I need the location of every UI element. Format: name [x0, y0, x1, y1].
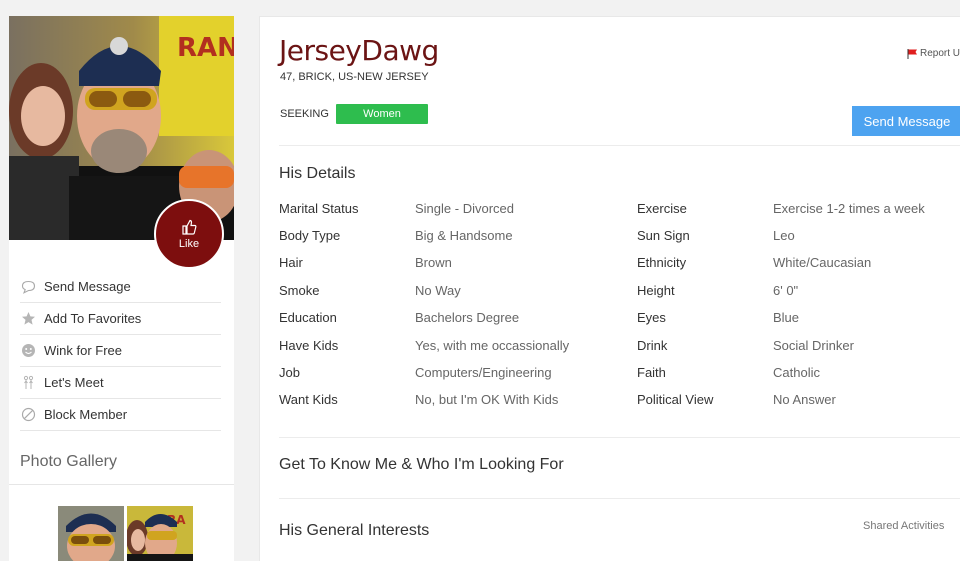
detail-value-exercise: Exercise 1-2 times a week	[773, 201, 925, 216]
general-interests-title: His General Interests	[279, 522, 430, 539]
divider	[279, 498, 960, 499]
wink-action[interactable]: Wink for Free	[20, 335, 221, 367]
gallery-thumbnail[interactable]	[58, 506, 124, 561]
gallery-thumbnail[interactable]: RA	[127, 506, 193, 561]
profile-actions: Send Message Add To Favorites Wink for F…	[20, 271, 221, 431]
profile-sidebar: RAN Like Send Message Add To Favorites W…	[9, 16, 234, 561]
block-member-action[interactable]: Block Member	[20, 399, 221, 431]
seeking-label: SEEKING	[280, 108, 329, 120]
star-icon	[20, 311, 36, 327]
detail-label-marital-status: Marital Status	[279, 201, 359, 216]
get-to-know-me-title: Get To Know Me & Who I'm Looking For	[279, 456, 564, 473]
photo-gallery-title: Photo Gallery	[20, 453, 117, 470]
report-user-label: Report U	[919, 48, 960, 59]
detail-value-want-kids: No, but I'm OK With Kids	[415, 392, 559, 407]
detail-value-body-type: Big & Handsome	[415, 228, 513, 243]
seeking-badge: Women	[336, 104, 428, 124]
detail-label-education: Education	[279, 310, 337, 325]
detail-value-job: Computers/Engineering	[415, 365, 552, 380]
detail-label-political-view: Political View	[637, 392, 714, 407]
detail-value-ethnicity: White/Caucasian	[773, 255, 872, 270]
send-message-label: Send Message	[44, 279, 131, 294]
speech-bubble-icon	[20, 279, 36, 295]
detail-label-faith: Faith	[637, 365, 666, 380]
detail-label-have-kids: Have Kids	[279, 338, 339, 353]
detail-value-hair: Brown	[415, 255, 452, 270]
profile-username: JerseyDawg	[279, 34, 439, 67]
profile-age-location: 47, BRICK, US-NEW JERSEY	[280, 71, 429, 83]
smiley-icon	[20, 343, 36, 359]
detail-value-sun-sign: Leo	[773, 228, 795, 243]
like-label: Like	[178, 237, 200, 250]
block-icon	[20, 407, 36, 423]
divider	[279, 145, 960, 146]
detail-label-sun-sign: Sun Sign	[637, 228, 690, 243]
add-favorites-label: Add To Favorites	[44, 311, 142, 326]
shared-activities-link[interactable]: Shared Activities	[863, 520, 944, 532]
send-message-button[interactable]: Send Message	[852, 106, 960, 136]
wink-label: Wink for Free	[44, 343, 123, 358]
detail-value-height: 6' 0"	[773, 283, 799, 298]
detail-label-drink: Drink	[637, 338, 668, 353]
detail-label-ethnicity: Ethnicity	[637, 255, 687, 270]
gallery-divider	[9, 484, 234, 485]
detail-value-smoke: No Way	[415, 283, 461, 298]
thumbs-up-icon	[182, 219, 197, 235]
detail-label-job: Job	[279, 365, 300, 380]
his-details-title: His Details	[279, 165, 356, 182]
detail-value-education: Bachelors Degree	[415, 310, 520, 325]
detail-value-drink: Social Drinker	[773, 338, 854, 353]
detail-value-political-view: No Answer	[773, 392, 836, 407]
svg-text:RAN: RAN	[177, 33, 234, 63]
detail-value-faith: Catholic	[773, 365, 820, 380]
detail-label-body-type: Body Type	[279, 228, 341, 243]
flag-icon	[907, 48, 917, 59]
report-user-link[interactable]: Report U	[907, 48, 960, 59]
detail-label-smoke: Smoke	[279, 283, 320, 298]
send-message-action[interactable]: Send Message	[20, 271, 221, 303]
profile-main-panel: JerseyDawg 47, BRICK, US-NEW JERSEY Repo…	[259, 16, 960, 561]
block-member-label: Block Member	[44, 407, 128, 422]
detail-value-marital-status: Single - Divorced	[415, 201, 514, 216]
lets-meet-label: Let's Meet	[44, 375, 104, 390]
detail-value-have-kids: Yes, with me occassionally	[415, 338, 570, 353]
detail-label-want-kids: Want Kids	[279, 392, 338, 407]
add-favorites-action[interactable]: Add To Favorites	[20, 303, 221, 335]
detail-value-eyes: Blue	[773, 310, 800, 325]
detail-label-height: Height	[637, 283, 675, 298]
people-icon	[20, 375, 36, 391]
detail-label-eyes: Eyes	[637, 310, 666, 325]
detail-label-exercise: Exercise	[637, 201, 687, 216]
divider	[279, 437, 960, 438]
like-button[interactable]: Like	[154, 199, 224, 269]
detail-label-hair: Hair	[279, 255, 303, 270]
lets-meet-action[interactable]: Let's Meet	[20, 367, 221, 399]
